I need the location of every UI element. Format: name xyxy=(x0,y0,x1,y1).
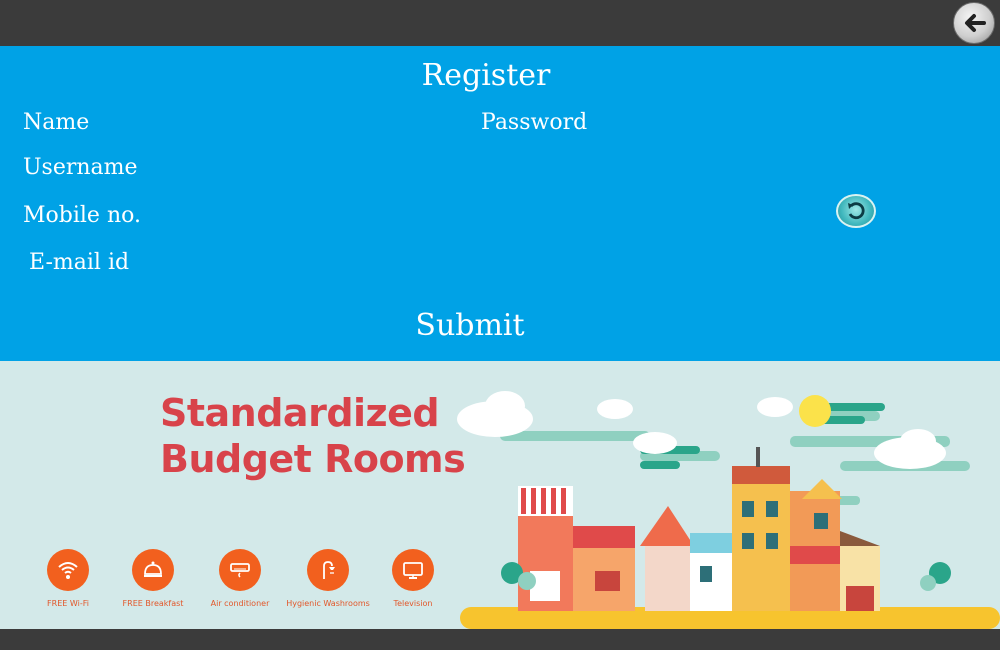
air-conditioner-icon xyxy=(230,563,250,578)
promo-banner: Standardized Budget Rooms FREE Wi-Fi FRE… xyxy=(0,361,1000,629)
email-label: E-mail id xyxy=(29,250,130,275)
refresh-icon xyxy=(848,202,865,220)
refresh-button[interactable] xyxy=(836,194,876,228)
top-bar xyxy=(0,0,1000,46)
amenity-ac: Air conditioner xyxy=(190,549,290,608)
password-label: Password xyxy=(481,110,588,135)
mobile-label: Mobile no. xyxy=(23,203,141,228)
amenity-label: Air conditioner xyxy=(210,599,270,608)
cloche-icon xyxy=(144,561,162,577)
register-form: Register Name Password Username Mobile n… xyxy=(0,46,1000,361)
shower-icon xyxy=(323,561,335,579)
amenity-breakfast: FREE Breakfast xyxy=(103,549,203,608)
amenity-label: FREE Breakfast xyxy=(122,599,184,608)
amenity-label: Television xyxy=(393,599,433,608)
television-icon xyxy=(403,562,423,579)
back-arrow-icon xyxy=(965,14,986,32)
wifi-icon xyxy=(58,562,78,579)
username-label: Username xyxy=(23,155,138,180)
submit-button[interactable]: Submit xyxy=(370,308,570,343)
name-label: Name xyxy=(23,110,90,135)
banner-headline-line2: Budget Rooms xyxy=(160,437,466,481)
bottom-bar xyxy=(0,629,1000,650)
banner-headline-line1: Standardized xyxy=(160,391,440,435)
amenity-tv: Television xyxy=(363,549,463,608)
form-title: Register xyxy=(421,58,551,93)
back-button[interactable] xyxy=(953,2,995,44)
